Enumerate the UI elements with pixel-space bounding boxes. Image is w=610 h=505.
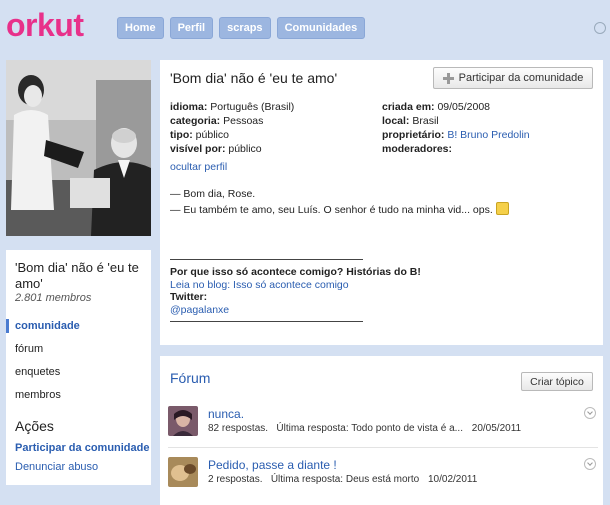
meta-visibility: visível por: público xyxy=(170,143,262,155)
plus-icon xyxy=(442,72,454,84)
smiley-icon xyxy=(495,202,509,215)
create-topic-button[interactable]: Criar tópico xyxy=(521,372,593,391)
topic-replies: 82 respostas. xyxy=(208,423,269,434)
why-heading: Por que isso só acontece comigo? Históri… xyxy=(170,266,421,278)
topic-date: 20/05/2011 xyxy=(471,423,522,434)
join-community-link[interactable]: Participar da comunidade xyxy=(15,442,149,454)
meta-right: criada em: 09/05/2008 local: Brasil prop… xyxy=(382,100,530,156)
meta-language: idioma: Português (Brasil) xyxy=(170,101,295,113)
topic-meta: 82 respostas. Última resposta: Todo pont… xyxy=(208,423,521,434)
nav-home-button[interactable]: Home xyxy=(117,17,164,39)
description-line-1: — Bom dia, Rose. xyxy=(170,188,256,200)
community-description: — Bom dia, Rose. — Eu também te amo, seu… xyxy=(170,186,509,218)
topic-meta: 2 respostas. Última resposta: Deus está … xyxy=(208,474,477,485)
topic-avatar xyxy=(168,457,198,487)
join-community-button-label: Participar da comunidade xyxy=(458,72,584,84)
meta-location: local: Brasil xyxy=(382,115,439,127)
forum-card: Fórum Criar tópico nunca. 82 respostas. … xyxy=(160,356,603,505)
main-nav: Home Perfil scraps Comunidades xyxy=(117,17,366,39)
topic-divider xyxy=(168,447,598,448)
community-info-card: 'Bom dia' não é 'eu te amo' Participar d… xyxy=(160,60,603,345)
community-name: 'Bom dia' não é 'eu te amo' xyxy=(15,260,139,291)
forum-topic[interactable]: nunca. 82 respostas. Última resposta: To… xyxy=(168,406,598,446)
report-abuse-link[interactable]: Denunciar abuso xyxy=(15,461,98,473)
nav-scraps-button[interactable]: scraps xyxy=(219,17,271,39)
top-bar: orkut Home Perfil scraps Comunidades xyxy=(0,0,610,52)
meta-left: idioma: Português (Brasil) categoria: Pe… xyxy=(170,100,294,156)
forum-topic[interactable]: Pedido, passe a diante ! 2 respostas. Úl… xyxy=(168,457,598,497)
chevron-down-icon[interactable] xyxy=(584,407,596,419)
window-corner-icon xyxy=(594,22,606,34)
community-photo xyxy=(6,60,151,236)
community-sidebar: 'Bom dia' não é 'eu te amo' 2.801 membro… xyxy=(6,250,151,485)
topic-avatar-image xyxy=(168,406,198,436)
page-title: 'Bom dia' não é 'eu te amo' xyxy=(170,70,338,86)
actions-heading: Ações xyxy=(15,418,54,434)
chevron-down-icon[interactable] xyxy=(584,458,596,470)
topic-title[interactable]: nunca. xyxy=(208,407,244,421)
topic-avatar xyxy=(168,406,198,436)
divider-bottom xyxy=(170,321,363,322)
topic-last-reply: Última resposta: Todo ponto de vista é a… xyxy=(276,423,463,434)
owner-link[interactable]: B! Bruno Predolin xyxy=(447,129,529,141)
topic-title[interactable]: Pedido, passe a diante ! xyxy=(208,458,337,472)
menu-item-comunidade[interactable]: comunidade xyxy=(6,317,151,340)
join-community-button[interactable]: Participar da comunidade xyxy=(433,67,593,89)
community-menu: comunidade fórum enquetes membros xyxy=(6,317,151,409)
hide-profile-link[interactable]: ocultar perfil xyxy=(170,161,227,173)
topic-replies: 2 respostas. xyxy=(208,474,263,485)
forum-title[interactable]: Fórum xyxy=(170,370,210,386)
meta-moderators: moderadores: xyxy=(382,143,453,155)
menu-item-enquetes[interactable]: enquetes xyxy=(6,363,151,386)
topic-date: 10/02/2011 xyxy=(428,474,478,485)
divider-top xyxy=(170,259,363,260)
nav-profile-button[interactable]: Perfil xyxy=(169,17,214,39)
community-photo-image xyxy=(6,60,151,236)
menu-item-forum[interactable]: fórum xyxy=(6,340,151,363)
meta-created: criada em: 09/05/2008 xyxy=(382,101,491,113)
member-count: 2.801 membros xyxy=(15,292,92,304)
orkut-logo[interactable]: orkut xyxy=(6,7,84,44)
meta-type: tipo: público xyxy=(170,129,229,141)
meta-owner: proprietário: B! Bruno Predolin xyxy=(382,129,530,141)
description-line-2: — Eu também te amo, seu Luís. O senhor é… xyxy=(170,202,509,218)
blog-link[interactable]: Leia no blog: Isso só acontece comigo xyxy=(170,279,349,291)
twitter-handle-link[interactable]: @pagalanxe xyxy=(170,304,229,316)
topic-avatar-image xyxy=(168,457,198,487)
nav-communities-button[interactable]: Comunidades xyxy=(276,17,366,39)
menu-item-membros[interactable]: membros xyxy=(6,386,151,409)
twitter-label: Twitter: xyxy=(170,291,208,303)
meta-category: categoria: Pessoas xyxy=(170,115,264,127)
topic-last-reply: Última resposta: Deus está morto xyxy=(270,474,420,485)
